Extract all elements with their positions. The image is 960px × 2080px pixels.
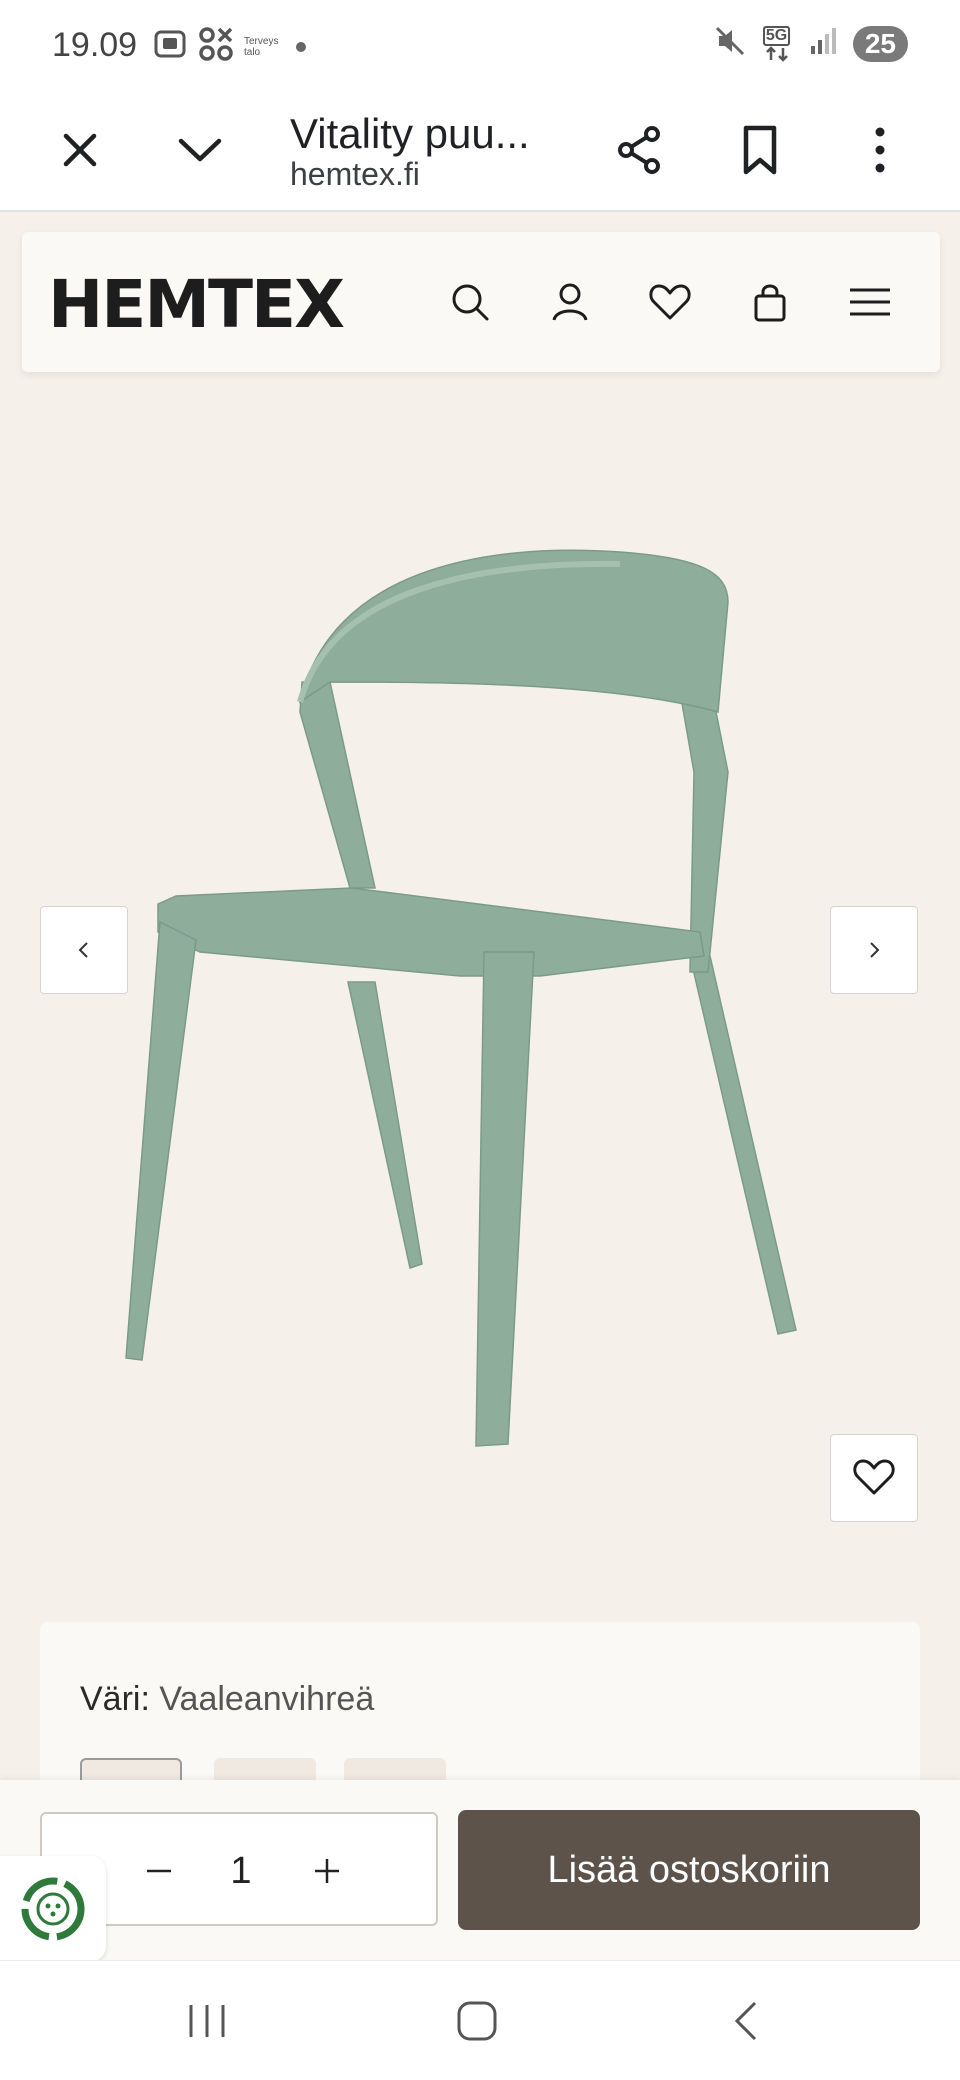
add-to-cart-button[interactable]: Lisää ostoskoriin [458,1810,920,1930]
system-navigation-bar [0,1960,960,2080]
status-notification-icons: Terveys talo [152,26,306,67]
web-page: HEMTEX Väri: Vaaleanvihreä [0,212,960,1960]
gallery-prev-button[interactable] [40,906,128,994]
header-search-button[interactable] [440,272,500,332]
heart-icon [649,284,691,320]
shopping-bag-icon [754,284,786,322]
back-button[interactable] [700,1981,790,2061]
heart-icon [853,1459,895,1495]
hamburger-menu-icon [850,288,890,316]
color-label-prefix: Väri: [80,1680,150,1718]
share-icon [618,126,660,174]
quantity-decrease-button[interactable] [124,1836,194,1906]
purchase-bar: 1 Lisää ostoskoriin [0,1780,960,1960]
qr-code-icon [198,26,234,67]
header-cart-button[interactable] [740,272,800,332]
chevron-left-icon [78,942,88,958]
hemtex-logo[interactable]: HEMTEX [48,266,345,343]
quantity-increase-button[interactable] [292,1836,362,1906]
back-icon [734,2001,757,2041]
site-header: HEMTEX [22,232,940,372]
plus-icon [315,1859,339,1883]
minimize-tab-button[interactable] [164,114,236,186]
color-label: Väri: Vaaleanvihreä [80,1680,374,1719]
mute-icon [713,24,747,63]
close-icon [63,133,97,167]
recent-apps-button[interactable] [162,1981,252,2061]
chevron-right-icon [870,942,880,958]
header-menu-button[interactable] [840,272,900,332]
add-to-wishlist-button[interactable] [830,1434,918,1522]
status-bar: 19.09 Terveys talo 5G 25 [0,0,960,90]
user-icon [552,283,588,321]
home-icon [457,2001,497,2041]
page-title: Vitality puu... [290,110,530,157]
home-button[interactable] [432,1981,522,2061]
page-url: hemtex.fi [290,156,420,192]
notification-dot-icon [296,41,306,52]
signal-icon [809,26,839,61]
status-system-icons: 5G 25 [713,24,908,63]
terveystalo-app-icon: Terveys talo [244,35,279,58]
battery-indicator: 25 [852,25,908,62]
screenshot-icon [152,26,188,67]
network-5g-icon: 5G [761,25,795,62]
search-icon [452,284,489,321]
selected-color-value: Vaaleanvihreä [159,1680,375,1718]
chevron-down-icon [178,138,222,162]
recycle-leaf-icon [21,1877,85,1941]
bookmark-button[interactable] [724,114,796,186]
browser-toolbar: Vitality puu... hemtex.fi [0,90,960,212]
minus-icon [147,1869,171,1873]
more-vert-icon [875,127,885,173]
page-title-area[interactable]: Vitality puu... hemtex.fi [290,90,580,212]
header-wishlist-button[interactable] [640,272,700,332]
close-tab-button[interactable] [44,114,116,186]
header-account-button[interactable] [540,272,600,332]
share-button[interactable] [604,114,676,186]
bookmark-icon [743,125,777,175]
eco-badge-button[interactable] [0,1856,106,1962]
gallery-next-button[interactable] [830,906,918,994]
more-options-button[interactable] [844,114,916,186]
recent-apps-icon [189,2005,225,2037]
status-time: 19.09 [52,26,138,64]
